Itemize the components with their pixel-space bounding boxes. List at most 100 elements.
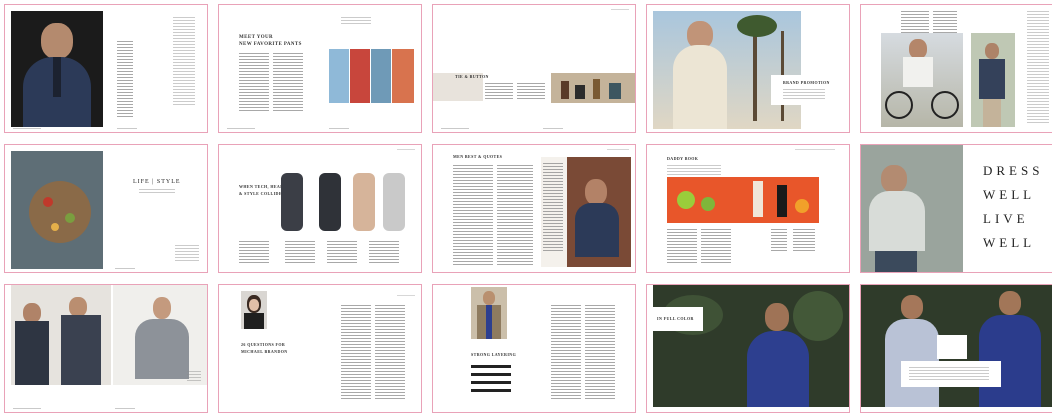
spread-10[interactable]: DRESS WELL LIVE WELL xyxy=(860,144,1052,273)
recipe-text xyxy=(667,229,697,265)
dress-word: DRESS xyxy=(983,163,1044,178)
recipe-text xyxy=(771,229,787,251)
in-full-color-label: IN FULL COLOR xyxy=(657,316,694,321)
pants-photo-1 xyxy=(329,49,349,103)
man-blazer-photo xyxy=(11,285,111,385)
man-palm-trees-photo xyxy=(653,11,801,129)
heading-line-1: 26 QUESTIONS FOR xyxy=(241,342,286,347)
text-panel xyxy=(937,335,967,359)
man-grey-jacket-photo xyxy=(113,285,207,385)
page-footer xyxy=(543,128,563,129)
grooming-products-photo xyxy=(551,73,635,103)
cafe-table-overhead-photo xyxy=(11,151,103,269)
product-text xyxy=(239,241,269,265)
intro-text xyxy=(667,165,721,175)
heading-line-2: & STYLE COLLIDE xyxy=(239,191,282,196)
page-footer xyxy=(227,128,255,129)
section-heading: TIE & BUTTON xyxy=(455,74,489,79)
product-text xyxy=(369,241,399,265)
well-word-2: WELL xyxy=(983,235,1036,250)
well-word: WELL xyxy=(983,187,1036,202)
intro-text xyxy=(139,189,175,195)
page-footer xyxy=(115,268,135,269)
stripe-bar xyxy=(471,381,511,384)
spread-12[interactable]: 26 QUESTIONS FOR MICHAEL BRANDON xyxy=(218,284,422,413)
product-text xyxy=(285,241,315,265)
spread-14[interactable]: IN FULL COLOR xyxy=(646,284,850,413)
heading-line-1: MEET YOUR xyxy=(239,35,274,40)
quotes-text xyxy=(497,165,533,265)
smartwatch-photo-2 xyxy=(319,173,341,231)
spread-2[interactable]: MEET YOUR NEW FAVORITE PANTS xyxy=(218,4,422,133)
heading-line-2: MICHAEL BRANDON xyxy=(241,349,288,354)
stripe-bar xyxy=(471,365,511,368)
man-layering-photo xyxy=(471,287,507,339)
man-blue-sweater-foliage-photo xyxy=(653,285,849,407)
caption-text xyxy=(187,371,201,381)
article-body-text xyxy=(551,305,581,399)
article-body-text xyxy=(585,305,615,399)
sidebar-text xyxy=(1027,11,1049,123)
spread-1[interactable] xyxy=(4,4,208,133)
heading-line-2: NEW FAVORITE PANTS xyxy=(239,42,302,47)
smartwatch-photo-1 xyxy=(281,173,303,231)
woman-portrait-photo xyxy=(241,291,267,329)
stripe-bar xyxy=(471,373,511,376)
interview-text xyxy=(375,305,405,401)
page-footer xyxy=(13,128,41,129)
spread-15[interactable] xyxy=(860,284,1052,413)
pants-photo-2 xyxy=(350,49,370,103)
article-body-text xyxy=(517,83,545,101)
text-panel xyxy=(901,361,1001,387)
product-text xyxy=(327,241,357,265)
citrus-cocktail-photo xyxy=(667,177,819,223)
spread-5[interactable] xyxy=(860,4,1052,133)
spread-11[interactable] xyxy=(4,284,208,413)
article-body-text xyxy=(485,83,513,101)
pants-photo-3 xyxy=(371,49,391,103)
man-bicycle-photo xyxy=(881,33,963,127)
brand-promotion-label: BRAND PROMOTION xyxy=(783,80,830,85)
page-footer xyxy=(329,128,349,129)
caption-text xyxy=(341,17,371,25)
article-body-text xyxy=(933,11,957,33)
quotes-text xyxy=(453,165,493,265)
man-street-photo xyxy=(971,33,1015,127)
promo-body-text xyxy=(783,89,825,99)
page-footer xyxy=(441,128,469,129)
life-style-title: LIFE | STYLE xyxy=(133,179,181,185)
spread-4[interactable]: BRAND PROMOTION xyxy=(646,4,850,133)
page-header xyxy=(397,149,415,150)
page-footer xyxy=(117,128,137,129)
credits-text xyxy=(175,245,199,263)
pants-photo-4 xyxy=(392,49,414,103)
section-heading: MEN BEST & QUOTES xyxy=(453,154,503,159)
stripe-bar xyxy=(471,389,511,392)
recipe-text xyxy=(793,229,815,251)
spread-8[interactable]: MEN BEST & QUOTES xyxy=(432,144,636,273)
article-body-text xyxy=(273,53,303,113)
smartwatch-photo-3 xyxy=(353,173,375,231)
page-footer xyxy=(115,408,135,409)
page-footer xyxy=(13,408,41,409)
article-body-text xyxy=(239,53,269,113)
man-seated-suit-photo xyxy=(541,157,631,267)
page-header xyxy=(611,9,629,10)
section-heading: STRONG LAYERING xyxy=(471,352,517,357)
spread-13[interactable]: STRONG LAYERING xyxy=(432,284,636,413)
smartwatch-photo-4 xyxy=(383,173,405,231)
page-header xyxy=(607,149,629,150)
article-body-text xyxy=(901,11,929,33)
man-sweater-window-photo xyxy=(861,145,963,272)
page-header xyxy=(795,149,835,150)
spread-6[interactable]: LIFE | STYLE xyxy=(4,144,208,273)
contents-list xyxy=(173,17,195,107)
live-word: LIVE xyxy=(983,211,1029,226)
section-heading: DADDY BOOK xyxy=(667,156,699,161)
portrait-man-suit-photo xyxy=(11,11,103,127)
spread-3[interactable]: TIE & BUTTON xyxy=(432,4,636,133)
spread-9[interactable]: DADDY BOOK xyxy=(646,144,850,273)
recipe-text xyxy=(701,229,731,265)
spread-7[interactable]: WHEN TECH, HEALTH & STYLE COLLIDE xyxy=(218,144,422,273)
interview-text xyxy=(341,305,371,401)
